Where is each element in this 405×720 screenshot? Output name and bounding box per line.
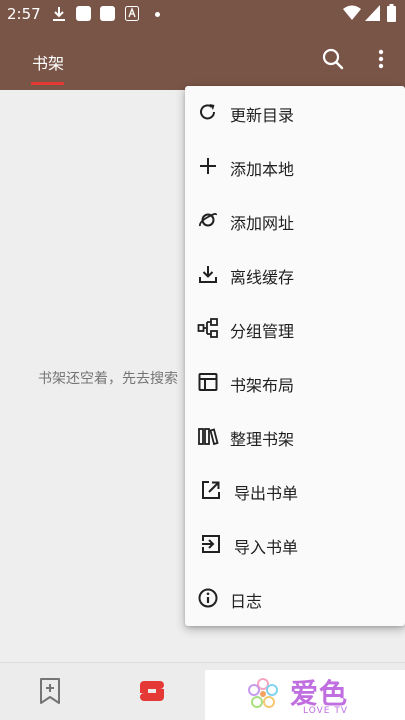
watermark-subtitle: LOVE TV: [303, 706, 348, 716]
tab-indicator: [31, 82, 64, 85]
books-icon: [198, 428, 219, 446]
menu-item-offline-cache[interactable]: 离线缓存: [185, 248, 405, 302]
menu-item-label: 添加网址: [230, 214, 295, 233]
import-icon: [202, 535, 220, 553]
notification-dot-icon: [155, 12, 160, 17]
flower-logo-icon: [248, 678, 278, 708]
menu-item-export-booklist[interactable]: 导出书单: [185, 464, 405, 518]
plus-icon: [200, 158, 216, 174]
menu-item-import-booklist[interactable]: 导入书单: [185, 518, 405, 572]
menu-item-label: 导出书单: [234, 484, 299, 503]
menu-item-label: 更新目录: [230, 106, 295, 125]
menu-item-label: 离线缓存: [230, 268, 295, 287]
menu-item-add-local[interactable]: 添加本地: [185, 140, 405, 194]
bottom-navigation: 爱色 LOVE TV: [0, 662, 405, 720]
divider: [0, 662, 405, 663]
more-options-icon[interactable]: [368, 46, 394, 72]
menu-item-update-catalog[interactable]: 更新目录: [185, 86, 405, 140]
status-bar: 2:57: [0, 0, 405, 28]
menu-item-label: 导入书单: [234, 538, 299, 557]
info-icon: [198, 588, 218, 608]
download-icon: [199, 266, 217, 283]
wifi-icon: [343, 5, 361, 20]
menu-item-shelf-layout[interactable]: 书架布局: [185, 356, 405, 410]
menu-item-log[interactable]: 日志: [185, 572, 405, 626]
signal-icon: [365, 5, 380, 21]
group-icon: [197, 318, 218, 338]
download-notification-icon: [53, 7, 65, 21]
menu-item-label: 分组管理: [230, 322, 295, 341]
app-bar: 书架: [0, 28, 405, 90]
text-notification-icon: [125, 6, 139, 21]
menu-item-label: 添加本地: [230, 160, 295, 179]
menu-item-organize-shelf[interactable]: 整理书架: [185, 410, 405, 464]
menu-item-label: 日志: [230, 592, 263, 611]
battery-icon: [387, 4, 396, 22]
empty-shelf-message: 书架还空着，先去搜索: [38, 371, 178, 387]
status-time: 2:57: [7, 5, 41, 23]
search-icon[interactable]: [320, 46, 346, 72]
planet-icon: [199, 212, 217, 227]
bookmark-add-icon[interactable]: [36, 676, 64, 706]
discover-icon[interactable]: [136, 676, 168, 706]
app-notification-icon: [100, 6, 115, 21]
menu-item-group-management[interactable]: 分组管理: [185, 302, 405, 356]
app-notification-icon: [76, 6, 91, 21]
menu-item-label: 整理书架: [230, 430, 295, 449]
tab-bookshelf[interactable]: 书架: [32, 50, 64, 74]
watermark-logo: 爱色 LOVE TV: [205, 670, 405, 720]
refresh-icon: [200, 104, 215, 120]
layout-icon: [198, 373, 218, 391]
export-icon: [202, 481, 220, 499]
menu-item-add-url[interactable]: 添加网址: [185, 194, 405, 248]
menu-item-label: 书架布局: [230, 376, 295, 395]
overflow-menu: 更新目录 添加本地 添加网址 离线缓存 分组管理 书架布局 整理书架 导出书单 …: [185, 86, 405, 626]
